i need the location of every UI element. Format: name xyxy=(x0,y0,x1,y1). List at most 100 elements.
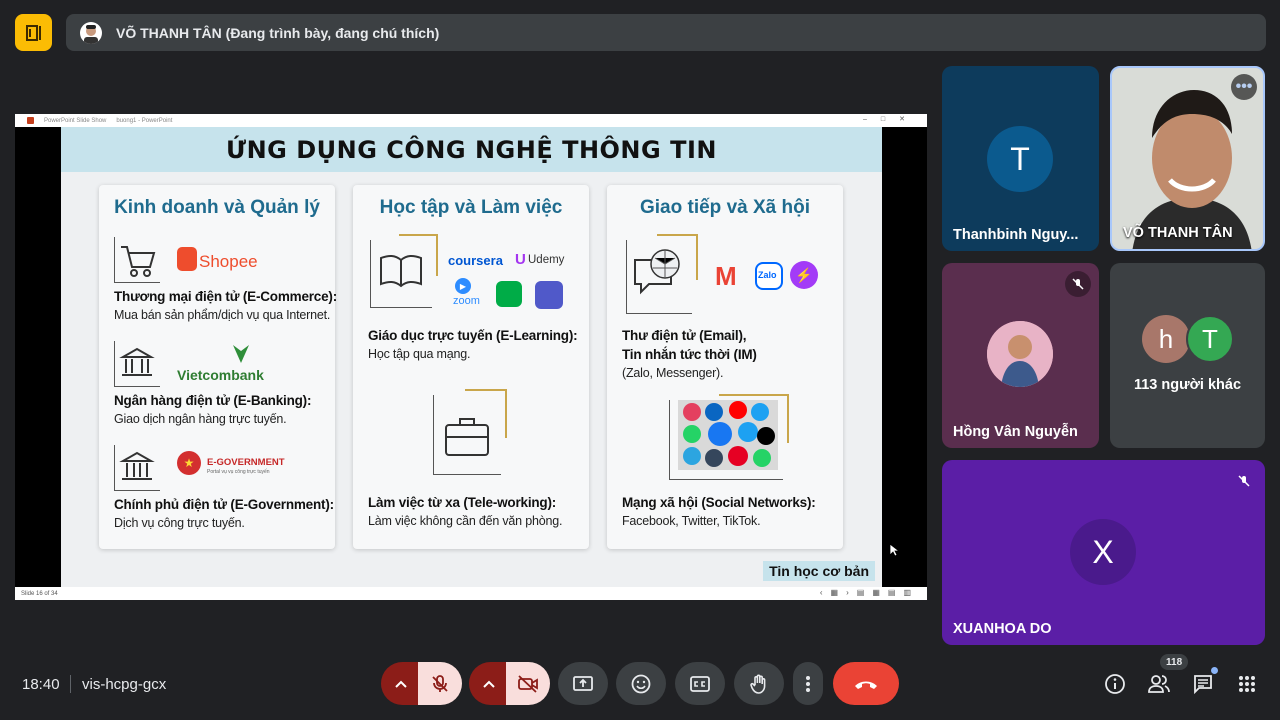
teams-icon xyxy=(535,281,563,309)
others-tile[interactable]: h T 113 người khác xyxy=(1110,263,1265,448)
participant-tile-presenter[interactable]: ••• VÕ THANH TÂN xyxy=(1110,66,1265,251)
item-title: Giáo dục trực tuyến (E-Learning): xyxy=(368,328,578,343)
chat-network-icon xyxy=(626,234,698,314)
item-title-2: Tin nhắn tức thời (IM) xyxy=(622,347,757,362)
item-title: Thương mại điện tử (E-Commerce): xyxy=(114,289,338,304)
slide-footer-tag: Tin học cơ bản xyxy=(763,561,875,581)
item-desc: Làm việc không cần đến văn phòng. xyxy=(368,514,563,528)
card-learning: Học tập và Làm việc coursera U Udemy ▶ z… xyxy=(353,185,589,549)
activities-button[interactable] xyxy=(1234,671,1260,697)
participant-tile[interactable]: X XUANHOA DO xyxy=(942,460,1265,645)
briefcase-icon xyxy=(433,389,507,475)
more-options-icon[interactable]: ••• xyxy=(1231,74,1257,100)
messenger-icon: ⚡ xyxy=(790,261,818,289)
card-heading: Giao tiếp và Xã hội xyxy=(640,197,810,218)
leave-call-button[interactable] xyxy=(833,662,899,705)
audio-options-button[interactable] xyxy=(381,662,421,705)
participant-tile[interactable]: Hồng Vân Nguyễn xyxy=(942,263,1099,448)
zalo-logo: Zalo xyxy=(758,270,777,280)
card-social: Giao tiếp và Xã hội M Zalo ⚡ Thư điện tử… xyxy=(607,185,843,549)
egov-logo-sub: Portal vụ vụ công trực tuyến xyxy=(207,469,270,475)
participant-avatar: h xyxy=(1142,315,1190,363)
hang-up-icon xyxy=(855,681,877,689)
shopee-logo: Shopee xyxy=(199,252,258,271)
participant-name: Hồng Vân Nguyễn xyxy=(953,424,1078,440)
item-desc: Facebook, Twitter, TikTok. xyxy=(622,514,761,528)
gmail-icon: M xyxy=(715,261,737,291)
vietcombank-icon xyxy=(233,345,249,363)
vietcombank-logo: Vietcombank xyxy=(177,367,264,383)
powerpoint-window-title: PowerPoint Slide Show xyxy=(44,117,107,124)
participant-avatar: T xyxy=(1186,315,1234,363)
bank-icon xyxy=(114,341,160,387)
presenter-banner: VÕ THANH TÂN (Đang trình bày, đang chú t… xyxy=(66,14,1266,51)
zoom-camera-icon: ▶ xyxy=(455,278,471,294)
camera-off-icon xyxy=(518,674,538,693)
present-screen-icon xyxy=(573,675,593,691)
udemy-u-icon: U xyxy=(515,251,526,268)
item-desc: Mua bán sản phẩm/dịch vụ qua Internet. xyxy=(114,308,331,322)
zoom-logo: zoom xyxy=(453,295,480,307)
participant-name: XUANHOA DO xyxy=(953,621,1052,637)
people-button[interactable] xyxy=(1146,671,1172,697)
slide-title: ỨNG DỤNG CÔNG NGHỆ THÔNG TIN xyxy=(226,135,717,164)
captions-icon xyxy=(690,675,710,692)
item-desc: Giao dịch ngân hàng trực tuyến. xyxy=(114,412,287,426)
raise-hand-button[interactable] xyxy=(734,662,784,705)
slide-nav-controls[interactable]: ‹▦›▤▦▤▥ xyxy=(820,588,919,597)
google-meet-icon xyxy=(496,281,522,307)
others-count: 113 người khác xyxy=(1133,377,1242,393)
info-icon xyxy=(1105,674,1125,694)
hand-icon xyxy=(750,674,766,694)
present-button[interactable] xyxy=(558,662,608,705)
powerpoint-titlebar: PowerPoint Slide Show buong1 - PowerPoin… xyxy=(15,114,927,127)
app-logo[interactable] xyxy=(15,14,52,51)
mic-off-icon xyxy=(1231,468,1257,494)
chevron-up-icon xyxy=(395,680,407,688)
window-controls[interactable]: –□✕ xyxy=(863,115,919,123)
item-desc: Dịch vụ công trực tuyến. xyxy=(114,516,245,530)
mic-off-icon xyxy=(432,674,448,692)
participant-name: VÕ THANH TÂN xyxy=(1123,225,1233,241)
item-desc: Học tập qua mạng. xyxy=(368,347,471,361)
participant-avatar: X xyxy=(1070,519,1136,585)
card-heading: Học tập và Làm việc xyxy=(379,197,563,218)
slide: ỨNG DỤNG CÔNG NGHỆ THÔNG TIN Kinh doanh … xyxy=(61,127,882,587)
shopee-bag-icon xyxy=(177,247,197,271)
participant-tile[interactable]: T Thanhbinh Nguy... xyxy=(942,66,1099,251)
participant-count-badge: 118 xyxy=(1160,654,1189,670)
participant-name: Thanhbinh Nguy... xyxy=(953,227,1079,243)
card-business: Kinh doanh và Quản lý Shopee Thương mại … xyxy=(99,185,338,549)
mic-toggle-button[interactable] xyxy=(418,662,462,705)
meet-window: VÕ THANH TÂN (Đang trình bày, đang chú t… xyxy=(0,0,1280,720)
meeting-info-button[interactable] xyxy=(1102,671,1128,697)
people-icon xyxy=(1148,675,1170,693)
card-heading: Kinh doanh và Quản lý xyxy=(114,197,320,218)
book-icon xyxy=(370,234,438,308)
presenter-avatar xyxy=(80,21,102,44)
egov-logo: E-GOVERNMENT xyxy=(207,457,285,468)
powerpoint-statusbar: Slide 16 of 34 ‹▦›▤▦▤▥ xyxy=(15,587,927,600)
mic-off-icon xyxy=(1065,271,1091,297)
government-icon xyxy=(114,445,160,491)
item-title: Làm việc từ xa (Tele-working): xyxy=(368,495,557,510)
participant-avatar xyxy=(987,321,1053,387)
chevron-up-icon xyxy=(483,680,495,688)
clock: 18:40 xyxy=(22,676,60,693)
apps-grid-icon xyxy=(1239,676,1255,692)
mouse-cursor-icon xyxy=(889,543,899,557)
divider xyxy=(70,675,71,693)
cart-icon xyxy=(114,237,160,283)
camera-toggle-button[interactable] xyxy=(506,662,550,705)
video-options-button[interactable] xyxy=(469,662,509,705)
unread-dot-icon xyxy=(1211,667,1218,674)
more-vert-icon xyxy=(806,675,810,692)
item-title: Thư điện tử (Email), xyxy=(622,328,747,343)
more-options-button[interactable] xyxy=(793,662,823,705)
captions-button[interactable] xyxy=(675,662,725,705)
reactions-button[interactable] xyxy=(616,662,666,705)
chat-button[interactable] xyxy=(1190,667,1218,697)
coursera-logo: coursera xyxy=(448,253,503,268)
presentation-stage: PowerPoint Slide Show buong1 - PowerPoin… xyxy=(15,114,927,600)
emoji-icon xyxy=(631,674,651,693)
